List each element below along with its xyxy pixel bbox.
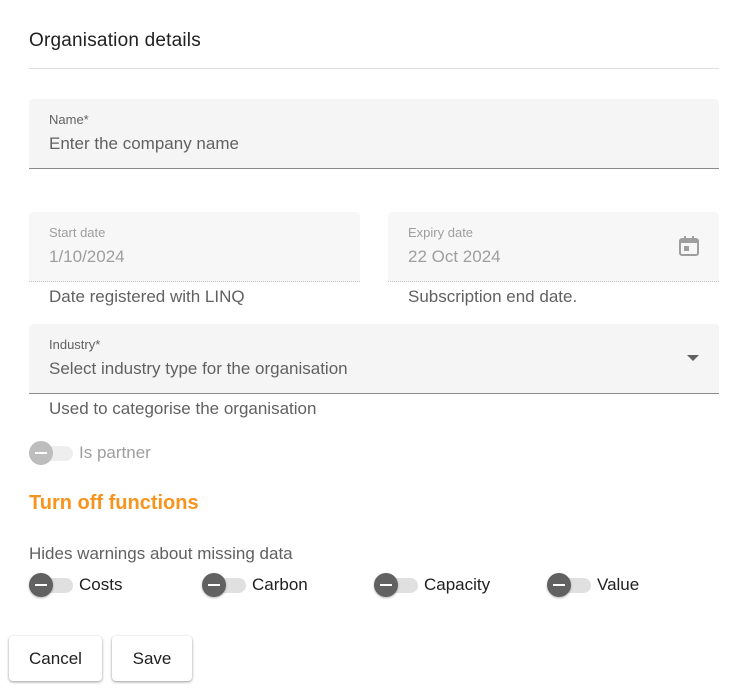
capacity-toggle[interactable] xyxy=(374,573,420,597)
section-title: Organisation details xyxy=(29,30,201,51)
dropdown-arrow-icon[interactable] xyxy=(687,355,699,361)
toggle-thumb xyxy=(547,573,571,597)
name-field-label: Name* xyxy=(49,112,89,127)
start-date-label: Start date xyxy=(49,225,106,240)
carbon-toggle[interactable] xyxy=(202,573,248,597)
toggle-thumb xyxy=(29,573,53,597)
expiry-date-label: Expiry date xyxy=(408,225,474,240)
industry-placeholder[interactable]: Select industry type for the organisatio… xyxy=(49,359,348,379)
name-field-placeholder[interactable]: Enter the company name xyxy=(49,134,239,154)
expiry-date-hint: Subscription end date. xyxy=(408,287,578,306)
start-date-field: Start date 1/10/2024 xyxy=(29,212,360,282)
costs-label: Costs xyxy=(79,575,123,594)
capacity-label: Capacity xyxy=(424,575,491,594)
industry-select[interactable]: Industry* Select industry type for the o… xyxy=(29,324,719,394)
name-field[interactable]: Name* Enter the company name xyxy=(29,99,719,169)
divider xyxy=(29,68,719,69)
is-partner-label: Is partner xyxy=(79,443,151,462)
cancel-button[interactable]: Cancel xyxy=(9,636,102,681)
save-button[interactable]: Save xyxy=(112,636,192,681)
toggle-thumb xyxy=(374,573,398,597)
value-toggle[interactable] xyxy=(547,573,593,597)
calendar-icon[interactable] xyxy=(677,234,701,258)
value-label: Value xyxy=(597,575,640,594)
start-date-hint: Date registered with LINQ xyxy=(49,287,245,306)
costs-toggle[interactable] xyxy=(29,573,75,597)
start-date-value: 1/10/2024 xyxy=(49,247,125,266)
toggle-thumb xyxy=(29,441,53,465)
expiry-date-value: 22 Oct 2024 xyxy=(408,247,501,266)
expiry-date-field: Expiry date 22 Oct 2024 xyxy=(388,212,719,282)
carbon-label: Carbon xyxy=(252,575,308,594)
industry-hint: Used to categorise the organisation xyxy=(49,399,317,418)
functions-description: Hides warnings about missing data xyxy=(29,544,293,563)
functions-title: Turn off functions xyxy=(29,492,199,514)
toggle-thumb xyxy=(202,573,226,597)
is-partner-toggle[interactable] xyxy=(29,441,75,465)
industry-label: Industry* xyxy=(49,337,101,352)
